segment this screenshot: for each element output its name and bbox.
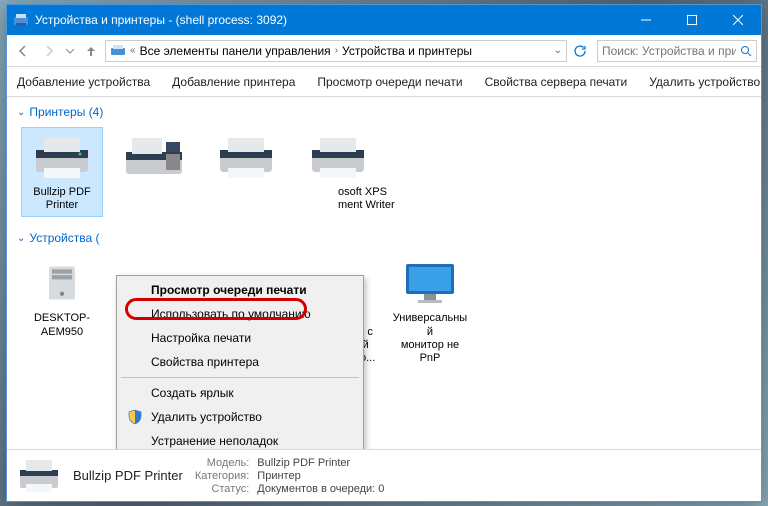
item-label: osoft XPSment Writer: [298, 186, 378, 212]
breadcrumb-segment[interactable]: Все элементы панели управления: [140, 44, 331, 58]
details-printer-icon: [17, 456, 61, 496]
details-category-val: Принтер: [257, 470, 384, 482]
item-label: DESKTOP-AEM950: [24, 312, 100, 338]
address-bar: « Все элементы панели управления › Устро…: [7, 35, 761, 67]
printer-item-bullzip[interactable]: Bullzip PDF Printer: [21, 127, 103, 217]
group-devices-label: Устройства (: [29, 231, 99, 245]
cmd-server-props[interactable]: Свойства сервера печати: [481, 71, 632, 93]
ctx-set-default[interactable]: Использовать по умолчанию: [119, 302, 361, 326]
refresh-button[interactable]: [569, 40, 591, 62]
item-label: Bullzip PDF Printer: [24, 186, 100, 212]
ctx-printer-props[interactable]: Свойства принтера: [119, 350, 361, 374]
item-label: Универсальныймонитор не PnP: [390, 312, 470, 365]
up-button[interactable]: [79, 39, 103, 63]
back-button[interactable]: [11, 39, 35, 63]
ctx-remove-device[interactable]: Удалить устройство: [119, 405, 361, 429]
minimize-button[interactable]: [623, 5, 669, 35]
forward-button[interactable]: [37, 39, 61, 63]
search-box[interactable]: [597, 40, 757, 62]
details-model-val: Bullzip PDF Printer: [257, 457, 384, 469]
printers-items: Bullzip PDF Printer osoft XPSment Writer: [15, 123, 753, 227]
ctx-print-prefs[interactable]: Настройка печати: [119, 326, 361, 350]
shield-icon: [127, 409, 143, 425]
cmd-view-queue[interactable]: Просмотр очереди печати: [313, 71, 466, 93]
printer-item-xps[interactable]: osoft XPSment Writer: [297, 127, 379, 217]
device-item-desktop[interactable]: DESKTOP-AEM950: [21, 253, 103, 370]
details-pane: Bullzip PDF Printer Модель: Bullzip PDF …: [7, 449, 761, 501]
printer-icon: [30, 132, 94, 182]
cmd-add-device[interactable]: Добавление устройства: [13, 71, 154, 93]
group-printers-label: Принтеры (4): [29, 105, 103, 119]
item-label: [244, 186, 247, 199]
ctx-view-queue[interactable]: Просмотр очереди печати: [119, 278, 361, 302]
printer-item-generic1[interactable]: [205, 127, 287, 217]
details-category-key: Категория:: [195, 470, 249, 482]
breadcrumb-sep-icon: «: [130, 45, 136, 56]
recent-dropdown[interactable]: [63, 39, 77, 63]
monitor-icon: [398, 258, 462, 308]
ctx-create-shortcut[interactable]: Создать ярлык: [119, 381, 361, 405]
item-label: [152, 186, 155, 199]
details-name: Bullzip PDF Printer: [73, 468, 183, 483]
collapse-icon: ⌄: [17, 107, 25, 118]
breadcrumb-dropdown-icon[interactable]: ⌄: [554, 45, 562, 56]
titlebar[interactable]: Устройства и принтеры - (shell process: …: [7, 5, 761, 35]
details-status-key: Статус:: [195, 483, 249, 495]
devices-and-printers-window: Устройства и принтеры - (shell process: …: [6, 4, 762, 502]
command-bar: Добавление устройства Добавление принтер…: [7, 67, 761, 97]
device-item-monitor[interactable]: Универсальныймонитор не PnP: [389, 253, 471, 370]
cmd-remove-device[interactable]: Удалить устройство: [645, 71, 764, 93]
window-icon: [13, 12, 29, 28]
printer-item-fax[interactable]: [113, 127, 195, 217]
breadcrumb-chevron-icon: ›: [335, 45, 338, 56]
breadcrumb[interactable]: « Все элементы панели управления › Устро…: [105, 40, 567, 62]
printer-icon: [306, 132, 370, 182]
context-menu: Просмотр очереди печати Использовать по …: [116, 275, 364, 449]
content-area: ⌄ Принтеры (4) Bullzip PDF Printer osoft…: [7, 97, 761, 449]
cmd-add-printer[interactable]: Добавление принтера: [168, 71, 299, 93]
maximize-button[interactable]: [669, 5, 715, 35]
printer-icon: [214, 132, 278, 182]
computer-tower-icon: [30, 258, 94, 308]
fax-icon: [122, 132, 186, 182]
collapse-icon: ⌄: [17, 233, 25, 244]
ctx-troubleshoot[interactable]: Устранение неполадок: [119, 429, 361, 449]
breadcrumb-segment[interactable]: Устройства и принтеры: [342, 44, 472, 58]
group-devices-header[interactable]: ⌄ Устройства (: [15, 227, 753, 249]
close-button[interactable]: [715, 5, 761, 35]
details-model-key: Модель:: [195, 457, 249, 469]
menu-separator: [121, 377, 359, 378]
window-title: Устройства и принтеры - (shell process: …: [35, 13, 623, 27]
details-status-val: Документов в очереди: 0: [257, 483, 384, 495]
printer-folder-icon: [110, 44, 126, 58]
ctx-remove-label: Удалить устройство: [151, 410, 262, 424]
search-input[interactable]: [602, 44, 736, 58]
group-printers-header[interactable]: ⌄ Принтеры (4): [15, 101, 753, 123]
search-icon: [740, 45, 752, 57]
